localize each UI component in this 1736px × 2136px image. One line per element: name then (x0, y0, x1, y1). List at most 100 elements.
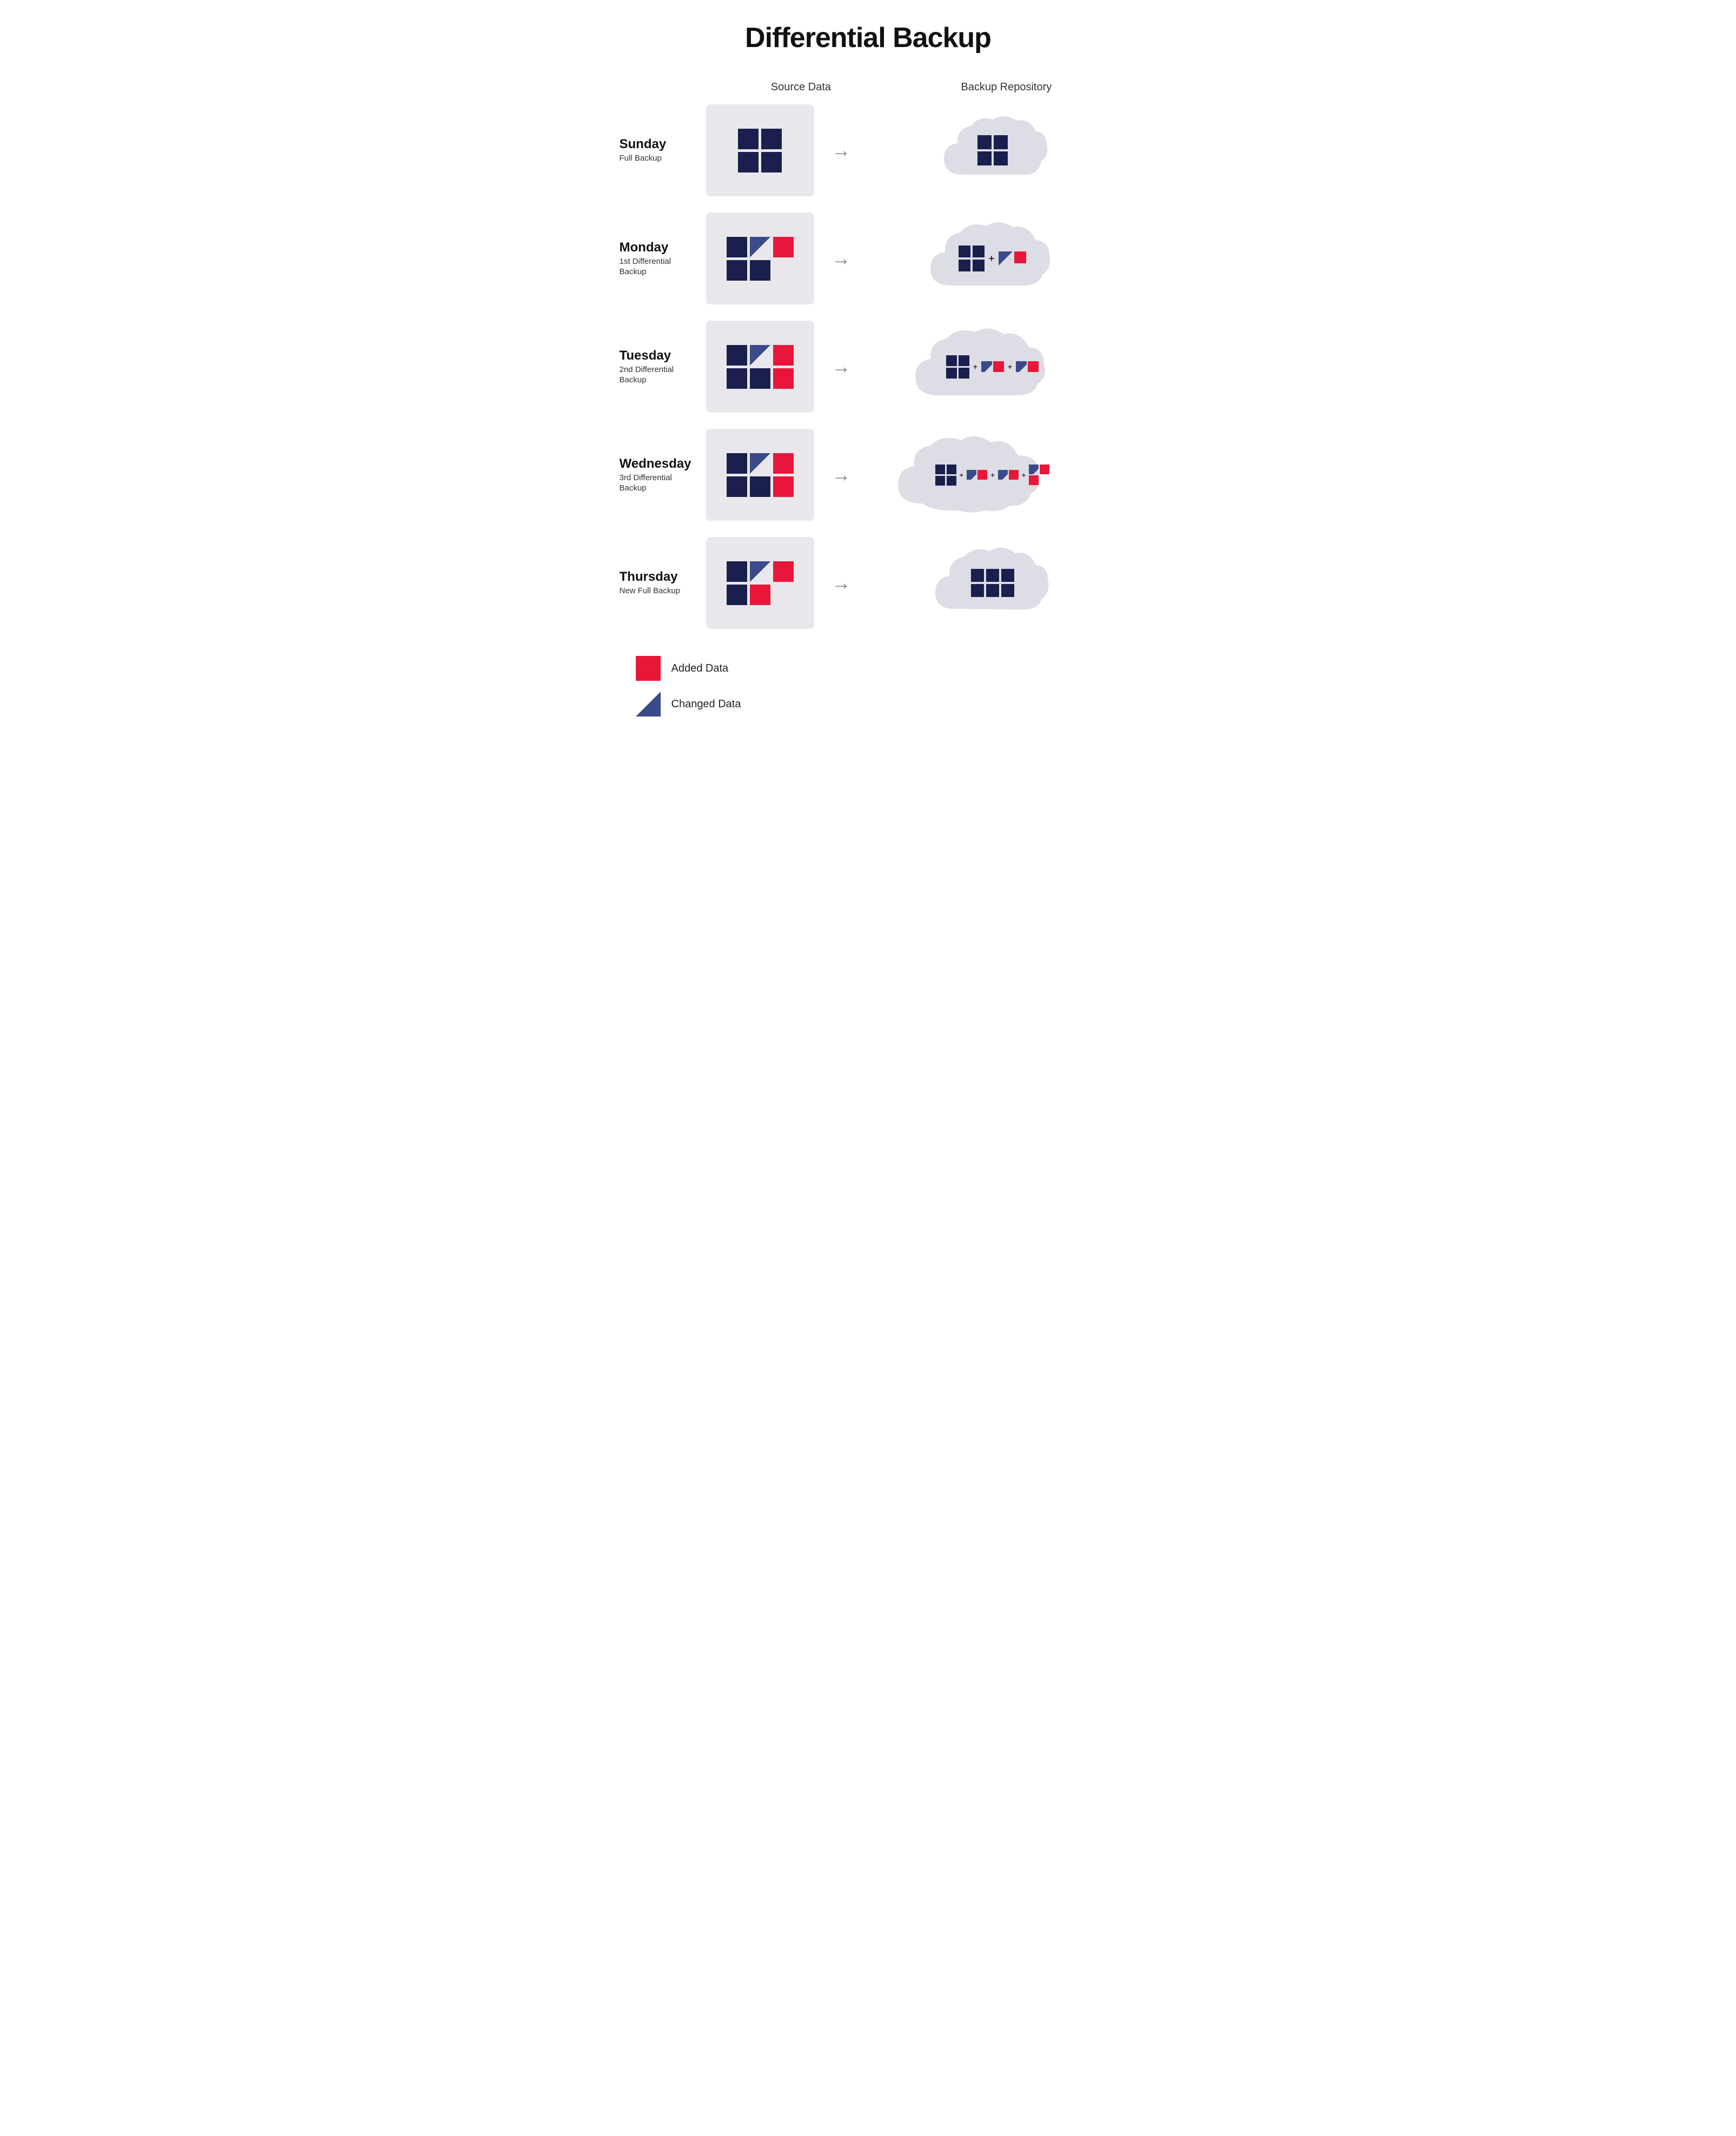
monday-label: Monday 1st DifferentialBackup (620, 240, 706, 277)
repo-column-header: Backup Repository (961, 81, 1052, 94)
added-cell (773, 476, 794, 497)
added-repo-cell (1040, 465, 1049, 474)
repo-cell (959, 246, 970, 257)
added-data-icon (636, 656, 661, 681)
sunday-cloud (868, 110, 1117, 191)
thursday-source (706, 537, 814, 629)
legend-added: Added Data (636, 656, 1117, 681)
changed-repo-cell (1016, 361, 1027, 372)
changed-repo-cell (1029, 465, 1039, 474)
repo-cell (1001, 584, 1014, 597)
repo-cell (959, 260, 970, 271)
page-title: Differential Backup (620, 22, 1117, 54)
legend-changed: Changed Data (636, 692, 1117, 717)
added-repo-cell (1029, 475, 1039, 485)
changed-repo-cell (981, 361, 992, 372)
added-repo-cell (993, 361, 1004, 372)
changed-data-icon (636, 692, 661, 717)
sunday-day: Sunday (620, 137, 706, 152)
grid-cell (761, 152, 782, 173)
tuesday-cloud: + + (868, 322, 1117, 412)
arrow-sunday: → (814, 139, 868, 162)
changed-cell (750, 453, 770, 474)
thursday-cloud (868, 541, 1117, 625)
legend: Added Data Changed Data (620, 656, 1117, 717)
repo-cell (986, 569, 999, 582)
repo-cell (986, 584, 999, 597)
grid-cell (727, 260, 747, 281)
changed-cell (750, 561, 770, 582)
repo-cell (973, 246, 985, 257)
added-cell (773, 237, 794, 257)
wednesday-sub: 3rd DifferentialBackup (620, 473, 706, 494)
monday-source (706, 213, 814, 304)
grid-cell (727, 453, 747, 474)
added-repo-cell (1014, 251, 1026, 263)
repo-cell (935, 465, 945, 474)
grid-cell (727, 237, 747, 257)
grid-cell (727, 368, 747, 389)
grid-cell (727, 345, 747, 366)
wednesday-day: Wednesday (620, 456, 706, 472)
thursday-label: Thursday New Full Backup (620, 569, 706, 596)
arrow-thursday: → (814, 572, 868, 594)
added-data-label: Added Data (671, 662, 729, 675)
added-cell (773, 453, 794, 474)
added-cell (773, 345, 794, 366)
grid-cell (750, 476, 770, 497)
grid-cell (727, 561, 747, 582)
sunday-source (706, 104, 814, 196)
added-repo-cell (977, 470, 987, 480)
repo-cell (946, 368, 957, 379)
arrow-monday: → (814, 247, 868, 270)
sunday-row: Sunday Full Backup → (620, 104, 1117, 196)
arrow-wednesday: → (814, 463, 868, 486)
repo-cell (994, 151, 1008, 165)
tuesday-row: Tuesday 2nd DifferentialBackup → (620, 321, 1117, 413)
wednesday-cloud: + + + (868, 430, 1117, 520)
repo-cell (977, 135, 992, 149)
repo-cell (994, 135, 1008, 149)
repo-cell (959, 368, 969, 379)
added-cell (750, 585, 770, 605)
plus-icon-3: + (1022, 471, 1026, 479)
plus-icon: + (960, 471, 964, 479)
changed-cell (750, 345, 770, 366)
source-column-header: Source Data (771, 81, 831, 94)
wednesday-row: Wednesday 3rd DifferentialBackup → (620, 429, 1117, 521)
monday-sub: 1st DifferentialBackup (620, 256, 706, 277)
repo-cell (959, 355, 969, 366)
added-repo-cell (1028, 361, 1039, 372)
repo-cell (971, 584, 984, 597)
changed-cell (750, 237, 770, 257)
grid-cell (750, 260, 770, 281)
repo-cell (973, 260, 985, 271)
arrow-tuesday: → (814, 355, 868, 378)
empty-cell (773, 260, 794, 281)
grid-cell (727, 476, 747, 497)
changed-repo-cell (999, 251, 1013, 266)
monday-day: Monday (620, 240, 706, 255)
thursday-sub: New Full Backup (620, 586, 706, 596)
plus-icon: + (989, 253, 995, 264)
added-cell (773, 368, 794, 389)
wednesday-source (706, 429, 814, 521)
backup-rows: Sunday Full Backup → (620, 104, 1117, 629)
repo-cell (935, 476, 945, 486)
thursday-day: Thursday (620, 569, 706, 585)
tuesday-source (706, 321, 814, 413)
grid-cell (738, 129, 759, 149)
grid-cell (738, 152, 759, 173)
repo-cell (947, 476, 956, 486)
monday-cloud: + (868, 215, 1117, 302)
thursday-row: Thursday New Full Backup → (620, 537, 1117, 629)
tuesday-sub: 2nd DifferentialBackup (620, 364, 706, 386)
tuesday-day: Tuesday (620, 348, 706, 363)
sunday-label: Sunday Full Backup (620, 137, 706, 164)
repo-cell (971, 569, 984, 582)
repo-cell (977, 151, 992, 165)
added-cell (773, 561, 794, 582)
sunday-sub: Full Backup (620, 153, 706, 164)
monday-row: Monday 1st DifferentialBackup → (620, 213, 1117, 304)
repo-cell (1001, 569, 1014, 582)
